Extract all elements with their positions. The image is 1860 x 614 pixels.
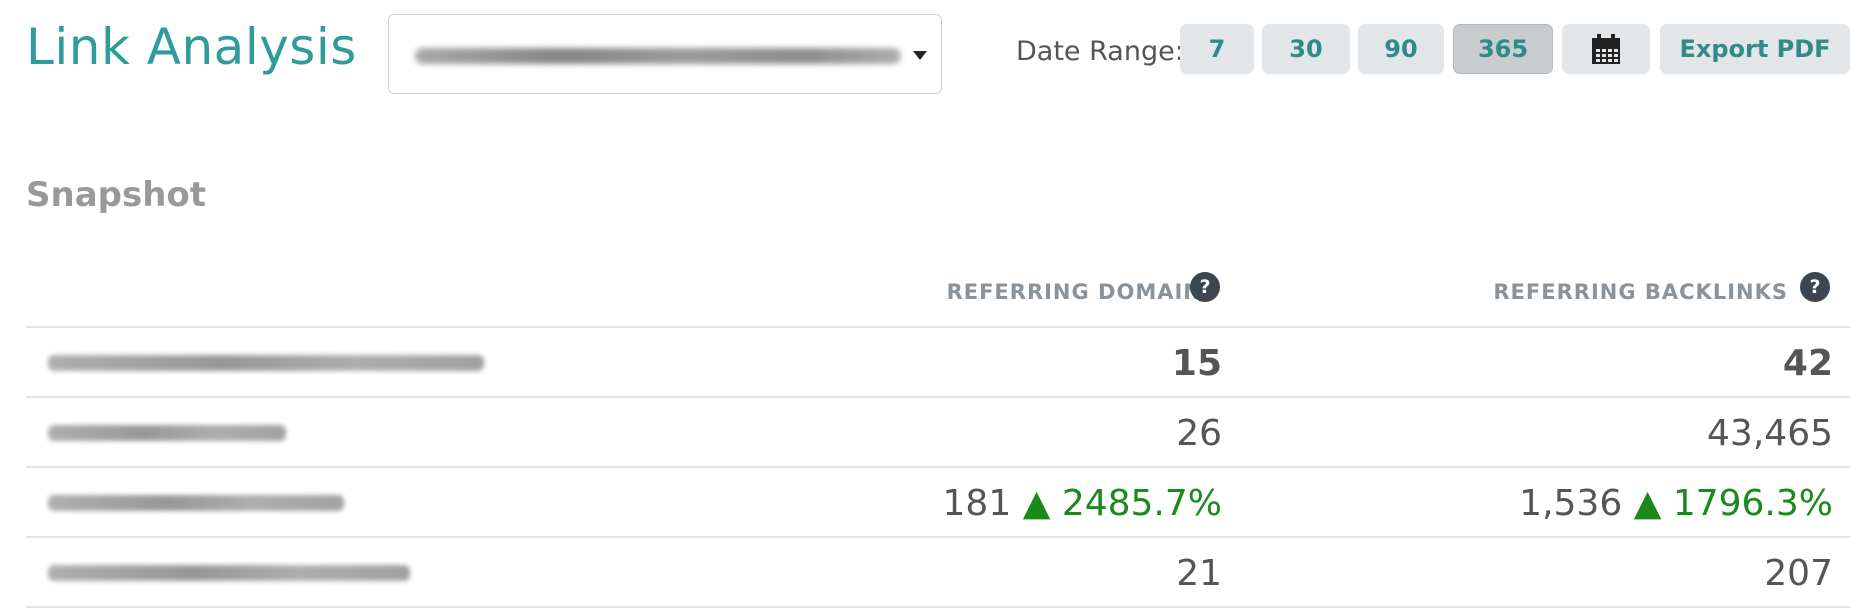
export-pdf-button[interactable]: Export PDF <box>1660 24 1850 74</box>
table-divider <box>26 466 1850 468</box>
row-domains-value: 21 <box>1176 553 1222 594</box>
table-divider <box>26 326 1850 328</box>
row-site-redacted <box>48 565 410 581</box>
help-icon[interactable]: ? <box>1800 272 1830 302</box>
table-divider <box>26 606 1850 608</box>
referring-backlinks-header: REFERRING BACKLINKS <box>1493 280 1788 304</box>
row-backlinks-value: 43,465 <box>1707 413 1833 454</box>
row-domains-change: ▲ 2485.7% <box>1022 483 1222 524</box>
row-site-redacted <box>48 425 286 441</box>
range-365-button[interactable]: 365 <box>1453 24 1553 74</box>
site-select-value-redacted <box>415 48 901 64</box>
referring-domains-header: REFERRING DOMAINS <box>946 280 1218 304</box>
snapshot-title: Snapshot <box>26 175 207 215</box>
row-domains-value: 26 <box>1176 413 1222 454</box>
row-backlinks-change: ▲ 1796.3% <box>1633 483 1833 524</box>
row-backlinks-value: 207 <box>1764 553 1833 594</box>
site-select-dropdown[interactable] <box>388 14 942 94</box>
link-analysis-page: Link Analysis Date Range: 7 30 90 365 Ex… <box>0 0 1860 614</box>
help-icon[interactable]: ? <box>1190 272 1220 302</box>
row-backlinks-value: 42 <box>1782 343 1833 384</box>
calendar-icon <box>1592 34 1620 64</box>
calendar-button[interactable] <box>1562 24 1650 74</box>
row-backlinks-value: 1,536 <box>1519 483 1623 524</box>
date-range-label: Date Range: <box>1016 36 1184 67</box>
row-site-redacted <box>48 355 484 371</box>
row-domains-value: 181 <box>942 483 1012 524</box>
caret-down-icon <box>913 51 927 60</box>
range-7-button[interactable]: 7 <box>1180 24 1254 74</box>
row-site-redacted <box>48 495 344 511</box>
row-domains-cell: 181 ▲ 2485.7% <box>943 483 1222 524</box>
row-domains-value: 15 <box>1171 343 1222 384</box>
range-30-button[interactable]: 30 <box>1262 24 1350 74</box>
range-90-button[interactable]: 90 <box>1358 24 1444 74</box>
table-divider <box>26 536 1850 538</box>
row-backlinks-cell: 1,536 ▲ 1796.3% <box>1519 483 1833 524</box>
page-title: Link Analysis <box>26 18 357 76</box>
table-divider <box>26 396 1850 398</box>
